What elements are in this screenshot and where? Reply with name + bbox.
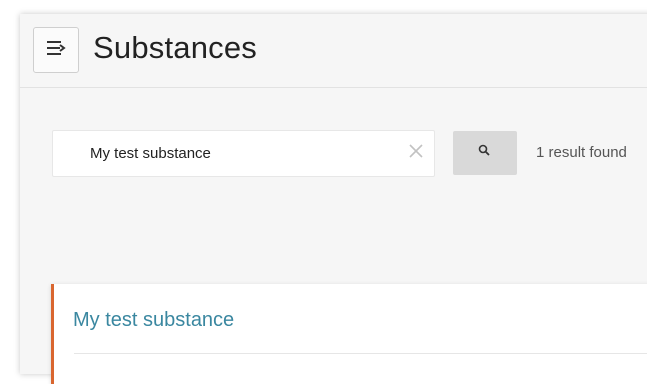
menu-collapse-icon bbox=[45, 39, 67, 62]
clear-search-button[interactable] bbox=[402, 139, 430, 167]
result-card: My test substance bbox=[51, 284, 647, 384]
search-button[interactable] bbox=[453, 131, 517, 175]
result-title-link[interactable]: My test substance bbox=[73, 309, 234, 332]
app-window: Substances 1 result found My test substa… bbox=[20, 14, 647, 384]
result-divider bbox=[74, 353, 647, 354]
search-box bbox=[52, 130, 435, 177]
result-count: 1 result found bbox=[536, 144, 627, 161]
page-title: Substances bbox=[93, 30, 257, 65]
page-header: Substances bbox=[20, 14, 647, 88]
menu-toggle-button[interactable] bbox=[33, 27, 79, 73]
search-input[interactable] bbox=[53, 131, 393, 176]
search-icon bbox=[477, 143, 493, 164]
close-icon bbox=[408, 143, 424, 164]
